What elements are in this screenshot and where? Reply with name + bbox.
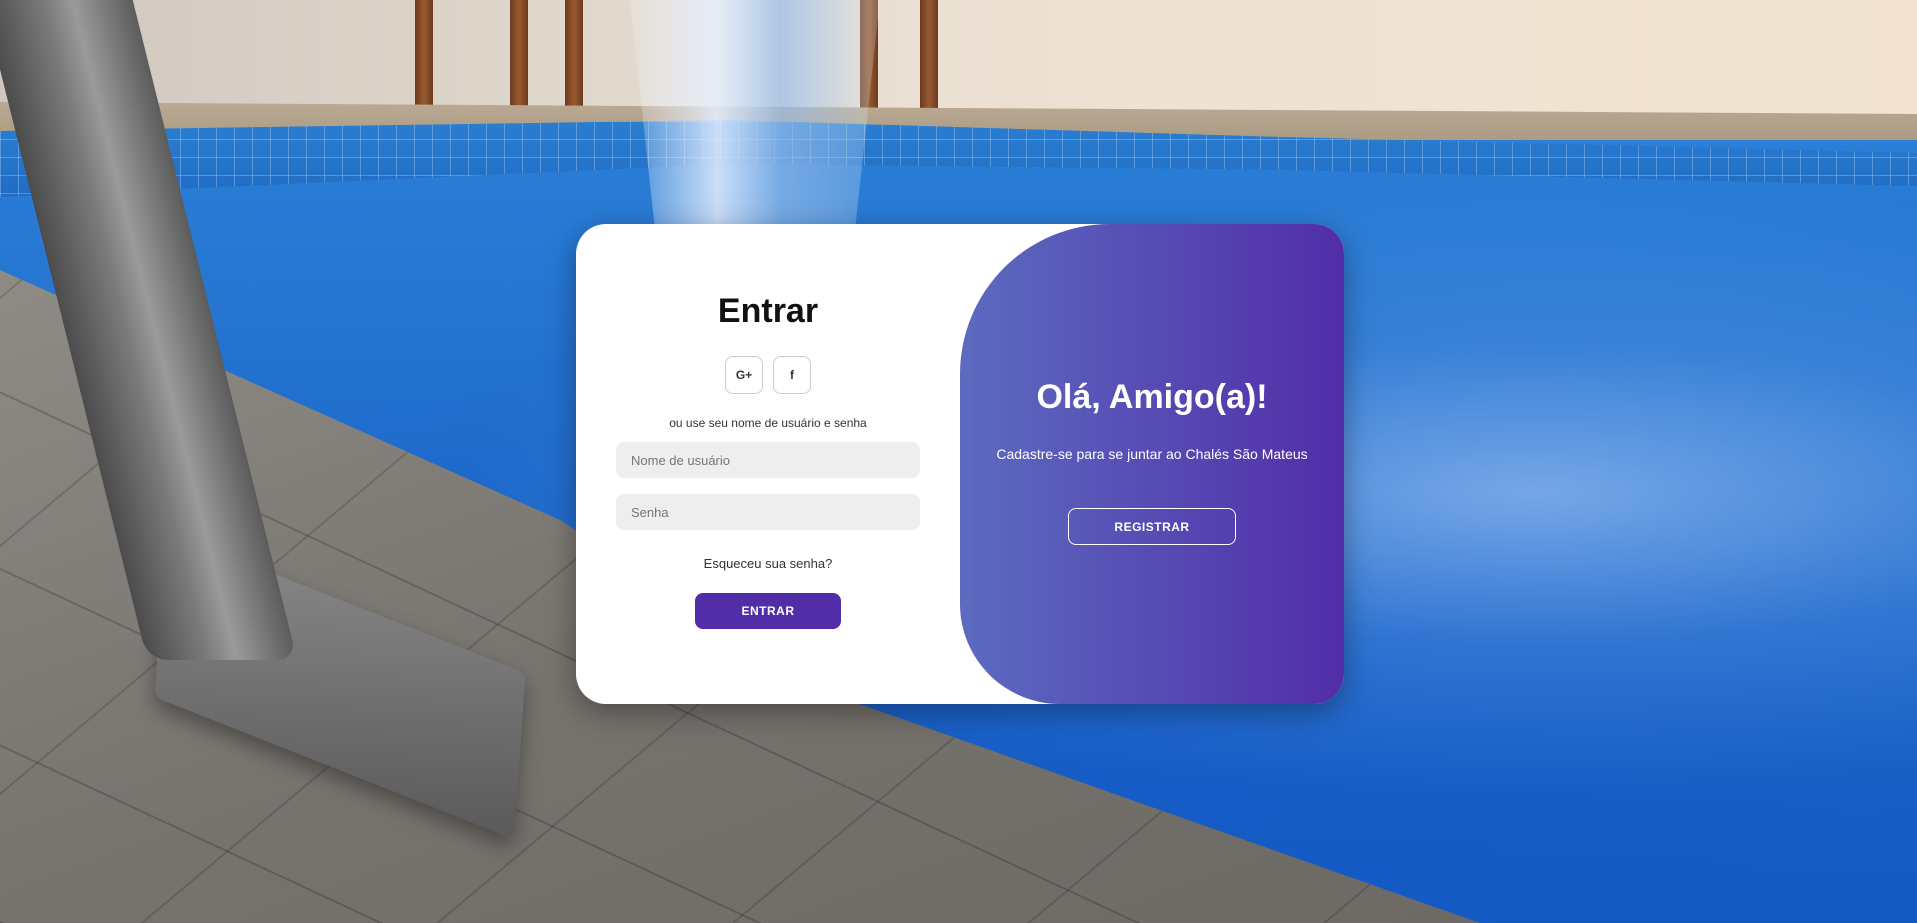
alternate-login-text: ou use seu nome de usuário e senha bbox=[669, 416, 867, 430]
background-wood-post bbox=[565, 0, 583, 110]
username-input[interactable] bbox=[616, 442, 920, 478]
password-input[interactable] bbox=[616, 494, 920, 530]
google-plus-icon: G+ bbox=[735, 368, 753, 382]
login-title: Entrar bbox=[717, 292, 819, 330]
background-fountain bbox=[630, 0, 880, 230]
auth-card: Entrar G+ f ou use seu nome de usuário e… bbox=[576, 224, 1344, 704]
background-wood-post bbox=[415, 0, 433, 110]
forgot-password-link[interactable]: Esqueceu sua senha? bbox=[704, 556, 833, 571]
google-plus-button[interactable]: G+ bbox=[725, 356, 763, 394]
background-wood-post bbox=[510, 0, 528, 110]
login-button[interactable]: ENTRAR bbox=[695, 593, 841, 629]
greeting-title: Olá, Amigo(a)! bbox=[1036, 378, 1268, 416]
facebook-icon: f bbox=[790, 368, 794, 382]
background-wood-post bbox=[920, 0, 938, 110]
register-panel: Olá, Amigo(a)! Cadastre-se para se junta… bbox=[960, 224, 1344, 704]
register-button[interactable]: REGISTRAR bbox=[1068, 508, 1236, 545]
register-prompt-text: Cadastre-se para se juntar ao Chalés São… bbox=[996, 446, 1308, 462]
social-login-row: G+ f bbox=[725, 356, 811, 394]
login-form: Entrar G+ f ou use seu nome de usuário e… bbox=[576, 224, 960, 704]
facebook-button[interactable]: f bbox=[773, 356, 811, 394]
